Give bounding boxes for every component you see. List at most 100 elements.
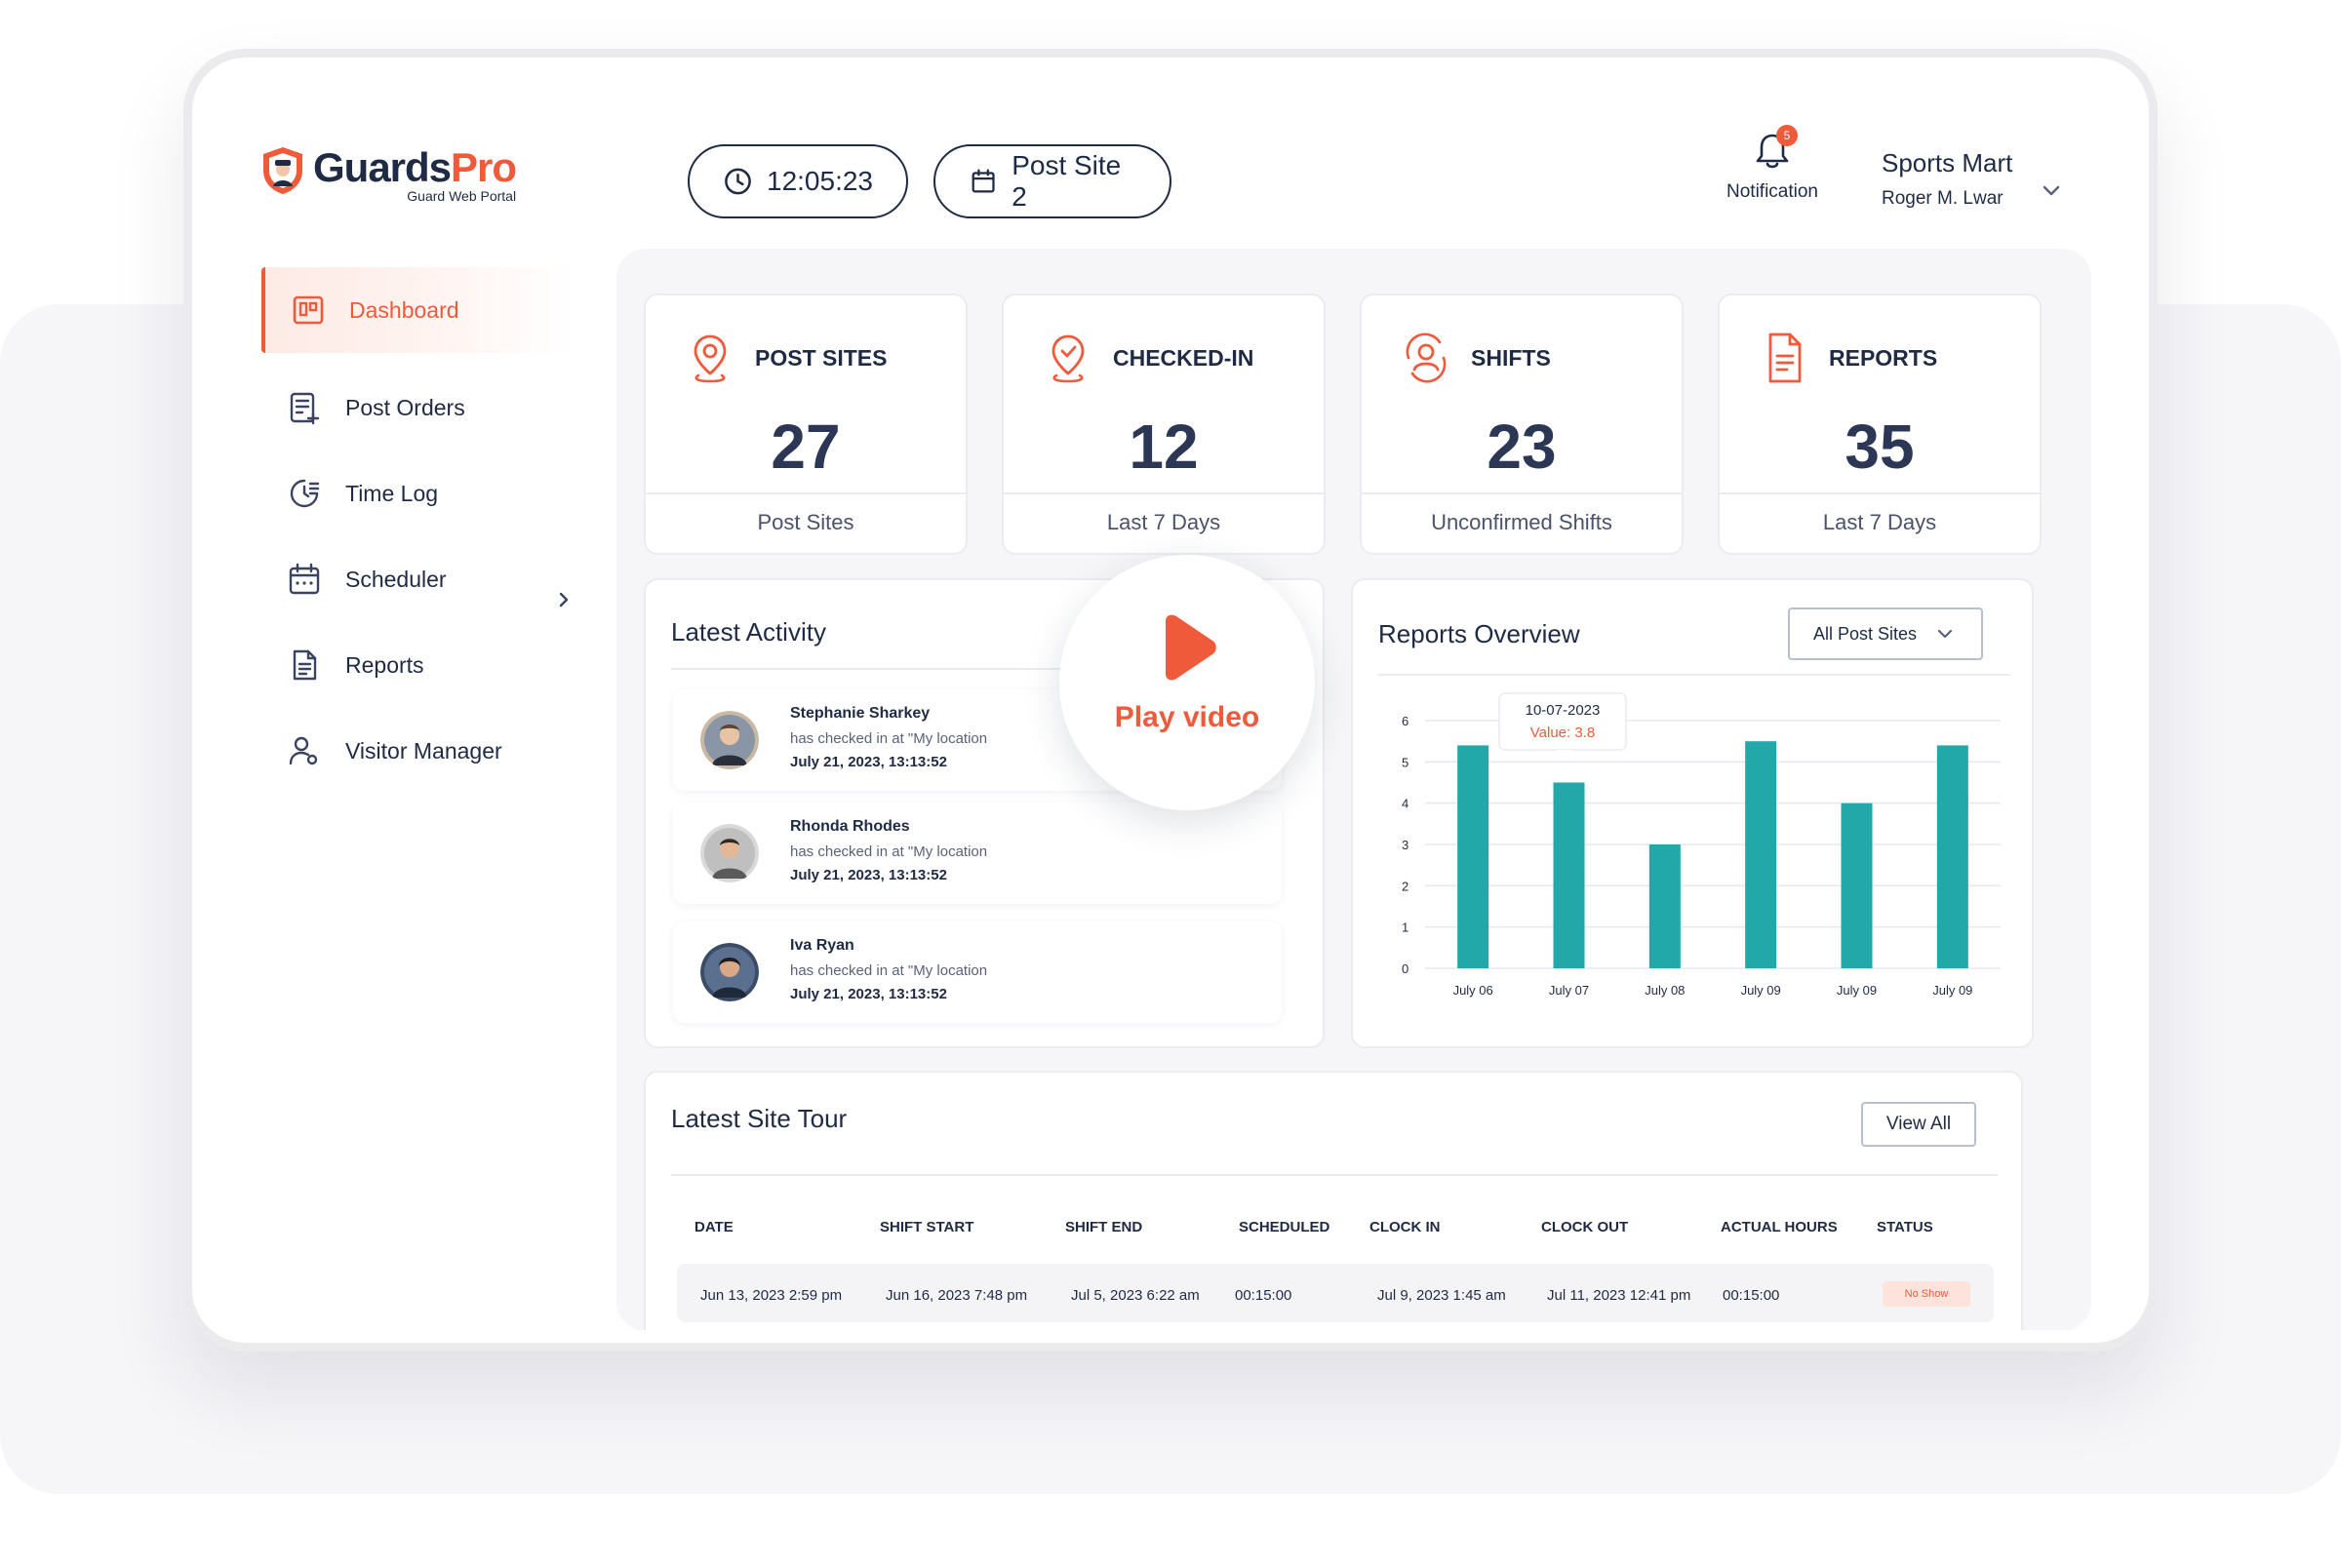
stat-value: 23: [1487, 412, 1557, 482]
brand-subtitle: Guard Web Portal: [407, 188, 517, 204]
activity-name: Stephanie Sharkey: [790, 705, 931, 722]
account-menu[interactable]: Sports Mart Roger M. Lwar: [1882, 148, 2012, 210]
sidebar-item-visitor-manager[interactable]: Visitor Manager: [261, 708, 574, 794]
y-tick-label: 2: [1402, 879, 1409, 893]
chart-bar[interactable]: [1553, 782, 1585, 969]
shift-user-icon: [1406, 333, 1447, 383]
activity-name: Rhonda Rhodes: [790, 818, 910, 835]
y-tick-label: 1: [1402, 921, 1409, 935]
brand-name-part1: Guards: [313, 144, 452, 190]
tooltip-date: 10-07-2023: [1526, 702, 1601, 719]
table-cell: Jul 11, 2023 12:41 pm: [1547, 1287, 1691, 1304]
divider: [1720, 492, 2040, 494]
chart-bar[interactable]: [1841, 803, 1873, 968]
guard-shield-icon: [263, 147, 302, 194]
clock-display[interactable]: 12:05:23: [688, 144, 908, 218]
x-tick-label: July 09: [1837, 983, 1877, 998]
stat-title: SHIFTS: [1471, 344, 1551, 371]
stat-footer: Last 7 Days: [1106, 510, 1221, 534]
stat-title: POST SITES: [755, 344, 888, 371]
stat-card-post-sites[interactable]: POST SITES 27 Post Sites: [644, 294, 968, 555]
stat-card-reports[interactable]: REPORTS 35 Last 7 Days: [1718, 294, 2042, 555]
sidebar-item-dashboard[interactable]: Dashboard: [261, 267, 574, 353]
chart-bar[interactable]: [1936, 745, 1968, 968]
sidebar-item-reports[interactable]: Reports: [261, 622, 574, 708]
table-row[interactable]: [677, 1264, 1994, 1322]
sidebar-item-scheduler[interactable]: Scheduler: [261, 536, 574, 622]
table-cell: Jul 5, 2023 6:22 am: [1071, 1287, 1200, 1304]
activity-item[interactable]: Iva Ryan has checked in at "My location …: [673, 921, 1282, 1023]
clock-icon: [725, 168, 751, 195]
chart-bar[interactable]: [1648, 844, 1681, 968]
table-cell: Jul 9, 2023 1:45 am: [1377, 1287, 1506, 1304]
visitor-icon: [289, 736, 318, 765]
stat-card-shifts[interactable]: SHIFTS 23 Unconfirmed Shifts: [1360, 294, 1684, 555]
stat-footer: Unconfirmed Shifts: [1431, 510, 1612, 534]
x-tick-label: July 06: [1453, 983, 1493, 998]
activity-name: Iva Ryan: [790, 937, 854, 954]
status-badge: No Show: [1883, 1281, 1970, 1307]
reports-bar-chart: July 06 July 07 July 08 July 09 July 09 July …: [1402, 692, 2001, 998]
location-pin-icon: [694, 334, 727, 383]
activity-description: has checked in at "My location: [790, 843, 988, 860]
x-tick-label: July 07: [1549, 983, 1589, 998]
column-header[interactable]: ACTUAL HOURS: [1721, 1219, 1838, 1235]
tooltip-value: Value: 3.8: [1530, 725, 1595, 741]
sidebar-item-label: Time Log: [345, 480, 439, 506]
dashboard-icon: [293, 295, 324, 325]
column-header[interactable]: CLOCK OUT: [1541, 1219, 1628, 1235]
y-tick-label: 5: [1402, 755, 1409, 769]
avatar: [700, 943, 759, 1001]
sidebar-item-time-log[interactable]: Time Log: [261, 451, 574, 536]
table-cell: 00:15:00: [1723, 1287, 1780, 1304]
x-tick-label: July 09: [1741, 983, 1781, 998]
column-header[interactable]: CLOCK IN: [1369, 1219, 1441, 1235]
site-selector[interactable]: Post Site 2: [933, 144, 1171, 218]
sidebar-item-label: Scheduler: [345, 566, 447, 592]
activity-description: has checked in at "My location: [790, 962, 988, 979]
location-check-icon: [1051, 334, 1085, 383]
chevron-right-icon[interactable]: [555, 591, 573, 608]
sidebar-item-label: Reports: [345, 651, 424, 678]
column-header[interactable]: SCHEDULED: [1239, 1219, 1329, 1235]
view-all-button[interactable]: View All: [1861, 1102, 1976, 1147]
company-name: Sports Mart: [1882, 148, 2013, 177]
column-header[interactable]: DATE: [694, 1219, 734, 1235]
chart-bar[interactable]: [1457, 745, 1489, 968]
document-icon: [293, 649, 317, 681]
device-frame: GuardsPro Guard Web Portal 12:05:23 Post…: [183, 49, 2158, 1352]
activity-description: has checked in at "My location: [790, 730, 988, 747]
avatar: [700, 711, 759, 769]
y-tick-label: 3: [1402, 838, 1409, 852]
avatar: [700, 824, 759, 882]
activity-item[interactable]: Rhonda Rhodes has checked in at "My loca…: [673, 803, 1282, 904]
calendar-icon: [972, 169, 995, 193]
column-header[interactable]: SHIFT START: [880, 1219, 973, 1235]
latest-site-tour-card: Latest Site Tour View All DATE SHIFT STA…: [644, 1071, 2023, 1330]
column-header[interactable]: STATUS: [1877, 1219, 1933, 1235]
sidebar-item-post-orders[interactable]: Post Orders: [261, 365, 574, 451]
divider: [646, 492, 966, 494]
notification-button[interactable]: 5 Notification: [1699, 125, 1845, 203]
activity-title: Latest Activity: [671, 617, 826, 647]
stat-value: 35: [1845, 412, 1915, 482]
chevron-down-icon[interactable]: [2041, 179, 2062, 201]
brand-name-part2: Pro: [451, 144, 517, 190]
sidebar-item-label: Post Orders: [345, 394, 465, 420]
stat-title: CHECKED-IN: [1113, 344, 1254, 371]
brand-logo[interactable]: GuardsPro Guard Web Portal: [260, 144, 517, 204]
report-icon: [1768, 333, 1802, 383]
user-name: Roger M. Lwar: [1882, 188, 2004, 209]
chart-bar[interactable]: [1745, 741, 1777, 968]
activity-time: July 21, 2023, 13:13:52: [790, 754, 947, 770]
play-video-label: Play video: [1114, 701, 1260, 733]
play-video-button[interactable]: Play video: [1059, 555, 1315, 810]
sidebar-item-label: Visitor Manager: [345, 737, 502, 764]
column-header[interactable]: SHIFT END: [1065, 1219, 1142, 1235]
activity-time: July 21, 2023, 13:13:52: [790, 867, 947, 883]
site-name: Post Site 2: [1012, 150, 1122, 212]
stat-card-checked-in[interactable]: CHECKED-IN 12 Last 7 Days: [1002, 294, 1326, 555]
clock-time: 12:05:23: [767, 166, 873, 196]
table-cell: 00:15:00: [1235, 1287, 1292, 1304]
time-log-icon: [290, 479, 320, 508]
